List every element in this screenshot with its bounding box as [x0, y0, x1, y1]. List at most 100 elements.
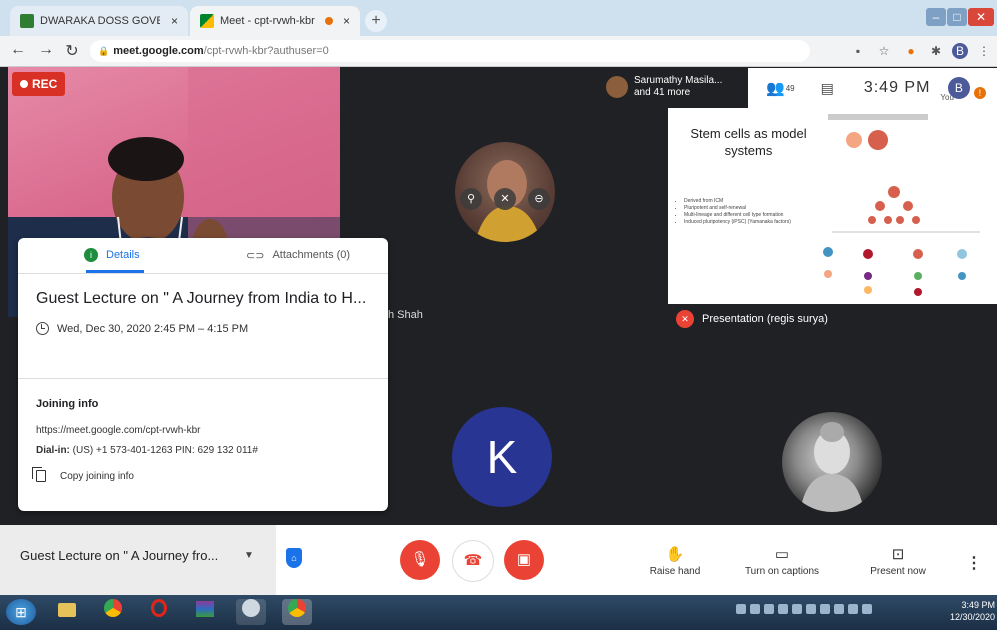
- lock-icon: 🔒: [98, 46, 110, 56]
- record-dot-icon: [20, 80, 28, 88]
- shield-icon[interactable]: ⌂: [286, 548, 302, 568]
- slide-bullet: Derived from ICM: [684, 198, 804, 205]
- presentation-label: Presentation (regis surya): [702, 313, 828, 325]
- browser-tab-meet[interactable]: Meet - cpt-rvwh-kbr ×: [190, 6, 360, 36]
- clock-icon: [36, 322, 49, 335]
- tab-divider: [18, 273, 388, 274]
- taskbar-date: 12/30/2020: [949, 612, 995, 622]
- tray-icon[interactable]: [806, 604, 816, 614]
- camera-off-button[interactable]: ▣: [504, 540, 544, 580]
- camera-off-icon: ▣: [516, 551, 532, 568]
- bookmark-star-icon[interactable]: ☆: [876, 43, 892, 59]
- hand-icon: ✋: [665, 546, 685, 563]
- tray-icon[interactable]: [750, 604, 760, 614]
- chrome-icon[interactable]: [98, 599, 128, 625]
- volume-icon[interactable]: [862, 604, 872, 614]
- participant-name-label: h Shah: [388, 309, 423, 321]
- participant-avatar: [606, 76, 628, 98]
- people-icon[interactable]: 👥: [766, 79, 785, 97]
- profile-avatar[interactable]: B: [952, 43, 968, 59]
- people-count: 49: [785, 83, 795, 93]
- info-icon: i: [84, 248, 98, 262]
- remove-participant-icon[interactable]: ⊖: [528, 188, 550, 210]
- url-host: meet.google.com: [113, 45, 204, 57]
- meet-favicon-icon: [200, 14, 214, 28]
- address-bar[interactable]: 🔒 meet.google.com/cpt-rvwh-kbr?authuser=0: [90, 40, 810, 62]
- presentation-name-label: ✕ Presentation (regis surya): [676, 310, 828, 328]
- extensions-puzzle-icon[interactable]: ✱: [928, 43, 944, 59]
- network-icon[interactable]: [848, 604, 858, 614]
- tab-details[interactable]: i Details: [84, 238, 140, 272]
- meeting-clock: 3:49 PM: [863, 79, 931, 96]
- dial-in-label: Dial-in:: [36, 445, 70, 456]
- back-arrow-icon[interactable]: ←: [8, 41, 28, 59]
- maximize-button[interactable]: □: [947, 8, 967, 26]
- you-avatar[interactable]: B: [947, 77, 970, 99]
- meeting-info-panel: 👥 49 ▤ 3:49 PM You B !: [748, 68, 997, 108]
- meeting-time-row: Wed, Dec 30, 2020 2:45 PM – 4:15 PM: [36, 322, 248, 335]
- hang-up-icon: ☎: [463, 552, 483, 569]
- slide-bullets: Derived from ICM Pluripotent and self-re…: [676, 198, 804, 226]
- taskbar-time: 3:49 PM: [961, 600, 995, 610]
- tab-attachments-label: Attachments (0): [272, 249, 351, 261]
- browser-tab-dwaraka[interactable]: DWARAKA DOSS GOVERDHAN ×: [10, 6, 188, 36]
- present-label: Present now: [870, 566, 926, 577]
- captions-button[interactable]: ▭ Turn on captions: [742, 545, 822, 577]
- chat-icon[interactable]: ▤: [821, 80, 834, 97]
- chevron-down-icon[interactable]: ▼: [244, 550, 254, 561]
- reload-icon[interactable]: ↻: [62, 41, 82, 61]
- recording-badge: REC: [12, 72, 66, 96]
- top-participants-indicator[interactable]: Sarumathy Masila... and 41 more: [606, 72, 722, 102]
- system-tray: [736, 604, 872, 614]
- close-tab-icon[interactable]: ×: [343, 14, 350, 28]
- tray-icon[interactable]: [834, 604, 844, 614]
- captions-label: Turn on captions: [744, 566, 820, 577]
- tray-icon[interactable]: [778, 604, 788, 614]
- present-now-button[interactable]: ⊡ Present now: [858, 545, 938, 577]
- mic-off-icon: 🎙: [410, 551, 430, 568]
- winrar-icon[interactable]: [190, 599, 220, 625]
- forward-arrow-icon[interactable]: →: [36, 41, 56, 59]
- participant-avatar-k[interactable]: K: [452, 407, 552, 507]
- meeting-title-short[interactable]: Guest Lecture on " A Journey fro...: [20, 548, 218, 563]
- raise-hand-button[interactable]: ✋ Raise hand: [635, 545, 715, 577]
- cortana-icon[interactable]: [236, 599, 266, 625]
- mute-participant-icon[interactable]: ✕: [494, 188, 516, 210]
- tray-icon[interactable]: [792, 604, 802, 614]
- close-window-button[interactable]: ✕: [968, 8, 994, 26]
- slide-bullet: Induced pluripotency (iPSC) (Yamanaka fa…: [684, 219, 804, 226]
- tab-attachments[interactable]: ⊂⊃ Attachments (0): [246, 238, 350, 272]
- camera-icon[interactable]: ▪: [850, 43, 866, 59]
- close-tab-icon[interactable]: ×: [171, 14, 178, 28]
- minimize-button[interactable]: –: [926, 8, 946, 26]
- tray-icon[interactable]: [736, 604, 746, 614]
- browser-menu-icon[interactable]: ⋮: [976, 43, 992, 59]
- rec-label: REC: [32, 77, 58, 91]
- url-path: /cpt-rvwh-kbr?authuser=0: [203, 45, 329, 57]
- start-button-icon[interactable]: ⊞: [6, 599, 36, 625]
- new-tab-button[interactable]: +: [365, 10, 387, 32]
- alert-badge-icon: !: [973, 87, 986, 99]
- copy-icon: [32, 467, 46, 482]
- file-explorer-icon[interactable]: [52, 599, 82, 625]
- slide-bullet: Pluripotent and self-renewal: [684, 205, 804, 212]
- tray-icon[interactable]: [764, 604, 774, 614]
- chrome-active-icon[interactable]: [282, 599, 312, 625]
- taskbar-clock[interactable]: 3:49 PM 12/30/2020: [935, 599, 995, 623]
- more-options-icon[interactable]: ⋮: [966, 553, 982, 573]
- participant-avatar-image[interactable]: [782, 412, 882, 512]
- extension-icon[interactable]: ●: [903, 43, 919, 59]
- slide-bullet: Multi-lineage and different cell type fo…: [684, 212, 804, 219]
- tab-label: DWARAKA DOSS GOVERDHAN: [40, 15, 160, 27]
- present-icon: ⊡: [891, 546, 905, 563]
- buddha-statue-image: [800, 422, 864, 512]
- opera-icon[interactable]: [144, 599, 174, 625]
- leave-call-button[interactable]: ☎: [452, 540, 494, 582]
- pin-icon[interactable]: ⚲: [460, 188, 482, 210]
- joining-url[interactable]: https://meet.google.com/cpt-rvwh-kbr: [36, 425, 201, 436]
- copy-label: Copy joining info: [60, 470, 134, 482]
- copy-joining-info-button[interactable]: Copy joining info: [32, 467, 134, 482]
- dial-in-value: (US) +1 573-401-1263 PIN: 629 132 011#: [72, 445, 258, 456]
- mic-off-button[interactable]: 🎙: [400, 540, 440, 580]
- tray-icon[interactable]: [820, 604, 830, 614]
